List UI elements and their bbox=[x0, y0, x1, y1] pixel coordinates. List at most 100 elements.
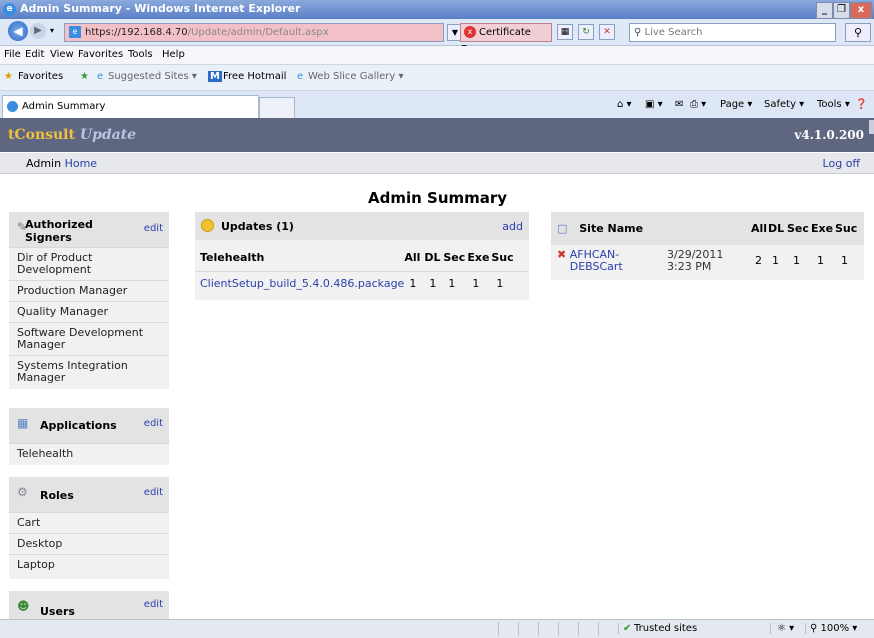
window-title: Admin Summary - Windows Internet Explore… bbox=[20, 2, 301, 15]
status-bar: ✔ Trusted sites ⚛ ▾ ⚲ 100% ▾ bbox=[0, 619, 874, 638]
search-icon: ⚲ bbox=[634, 27, 642, 38]
home-icon[interactable]: ⌂ ▾ bbox=[617, 99, 632, 110]
table-cell: 1 bbox=[409, 276, 417, 290]
site-link[interactable]: AFHCAN-DEBSCart bbox=[570, 248, 640, 273]
roles-title: Roles bbox=[40, 489, 74, 502]
scrollbar[interactable] bbox=[869, 120, 874, 134]
column-header: Site Name bbox=[579, 222, 644, 235]
menu-bar: File Edit View Favorites Tools Help bbox=[0, 46, 874, 65]
favorites-bar: ★ Favorites ★ e Suggested Sites ▾ M Free… bbox=[0, 65, 874, 91]
column-header: Exe bbox=[811, 222, 834, 235]
minimize-button[interactable]: _ bbox=[816, 2, 833, 19]
table-header-row: Telehealth All DL Sec Exe Suc bbox=[195, 245, 529, 271]
sites-panel: □ Site Name All DL Sec Exe Suc ✖ AFHCAN-… bbox=[551, 212, 864, 280]
applications-panel: ▦ Applications edit Telehealth bbox=[9, 408, 169, 465]
column-header: Sec bbox=[787, 222, 809, 235]
protected-mode-icon[interactable]: ⚛ ▾ bbox=[770, 623, 794, 634]
feeds-icon[interactable]: ▣ ▾ bbox=[645, 99, 663, 110]
list-item: Desktop bbox=[9, 533, 169, 554]
updates-panel: Updates (1) add Telehealth All DL Sec Ex… bbox=[195, 212, 529, 300]
list-item: Cart bbox=[9, 512, 169, 533]
users-icon: ☻ bbox=[17, 599, 30, 613]
new-tab-button[interactable] bbox=[259, 97, 295, 119]
authorized-signers-panel: ✎ Authorized Signers edit Dir of Product… bbox=[9, 212, 169, 389]
app-version: v4.1.0.200 bbox=[794, 128, 864, 142]
page-menu[interactable]: Page ▾ bbox=[720, 99, 752, 110]
column-header: Suc bbox=[491, 251, 514, 265]
table-row: ✖ AFHCAN-DEBSCart 3/29/2011 3:23 PM 2 1 1… bbox=[551, 245, 864, 276]
add-update-link[interactable]: add bbox=[502, 220, 523, 233]
list-item: Systems Integration Manager bbox=[9, 355, 169, 388]
menu-tools[interactable]: Tools bbox=[128, 49, 153, 60]
hotmail-icon: M bbox=[208, 71, 222, 82]
menu-file[interactable]: File bbox=[4, 49, 21, 60]
safety-menu[interactable]: Safety ▾ bbox=[764, 99, 804, 110]
forward-button[interactable]: ▶ bbox=[30, 23, 46, 39]
back-button[interactable]: ◀ bbox=[8, 21, 28, 41]
zoom-level[interactable]: ⚲ 100% ▾ bbox=[805, 623, 857, 634]
search-input[interactable]: ⚲ Live Search bbox=[629, 23, 836, 42]
menu-help[interactable]: Help bbox=[162, 49, 185, 60]
suggested-sites-link[interactable]: Suggested Sites ▾ bbox=[108, 71, 197, 82]
applications-icon: ▦ bbox=[17, 416, 29, 430]
tab-bar: Admin Summary ⌂ ▾ ▣ ▾ ✉ ⎙ ▾ Page ▾ Safet… bbox=[0, 91, 874, 119]
tab-page-icon bbox=[7, 100, 18, 112]
breadcrumb-admin: Admin bbox=[26, 157, 62, 170]
tab-admin-summary[interactable]: Admin Summary bbox=[2, 95, 259, 118]
roles-icon: ⚙ bbox=[17, 485, 28, 499]
address-toolbar: ◀ ▶ ▾ e https://192.168.4.70/Update/admin… bbox=[0, 19, 874, 55]
menu-edit[interactable]: Edit bbox=[25, 49, 44, 60]
sites-table: □ Site Name All DL Sec Exe Suc ✖ AFHCAN-… bbox=[551, 212, 864, 276]
close-window-button[interactable]: x bbox=[850, 2, 872, 19]
address-field[interactable]: e https://192.168.4.70/Update/admin/Defau… bbox=[64, 23, 463, 42]
favorites-button[interactable]: Favorites bbox=[18, 71, 63, 82]
column-header: Telehealth bbox=[200, 251, 265, 265]
table-cell: 1 bbox=[841, 254, 848, 267]
print-icon[interactable]: ⎙ ▾ bbox=[690, 99, 706, 110]
edit-signers-link[interactable]: edit bbox=[144, 223, 163, 234]
users-title: Users bbox=[40, 605, 75, 618]
security-zone: Trusted sites bbox=[634, 623, 698, 634]
window-titlebar: e Admin Summary - Windows Internet Explo… bbox=[0, 0, 874, 19]
help-icon[interactable]: ❓ bbox=[855, 99, 867, 110]
search-button[interactable]: ⚲ bbox=[845, 23, 871, 42]
page-title: Admin Summary bbox=[368, 189, 508, 207]
list-item: Software Development Manager bbox=[9, 322, 169, 355]
site-timestamp: 3/29/2011 3:23 PM bbox=[667, 247, 724, 273]
restore-button[interactable]: ❐ bbox=[833, 2, 850, 19]
home-link[interactable]: Home bbox=[65, 157, 97, 170]
column-header: All bbox=[404, 251, 421, 265]
tools-menu[interactable]: Tools ▾ bbox=[817, 99, 850, 110]
menu-favorites[interactable]: Favorites bbox=[78, 49, 123, 60]
web-slice-gallery-link[interactable]: Web Slice Gallery ▾ bbox=[308, 71, 404, 82]
certificate-error-button[interactable]: xCertificate Error bbox=[460, 23, 552, 55]
table-cell: 1 bbox=[448, 276, 456, 290]
nav-dropdown-icon[interactable]: ▾ bbox=[50, 26, 54, 35]
app-header: tConsult Update v4.1.0.200 bbox=[0, 118, 874, 152]
list-item: Laptop bbox=[9, 554, 169, 575]
table-cell: 1 bbox=[429, 276, 437, 290]
column-header: DL bbox=[768, 222, 785, 235]
refresh-icon[interactable]: ↻ bbox=[578, 24, 594, 40]
trusted-check-icon: ✔ bbox=[618, 623, 631, 634]
ie-logo-icon: e bbox=[3, 3, 16, 16]
stop-icon[interactable]: ✕ bbox=[599, 24, 615, 40]
free-hotmail-link[interactable]: Free Hotmail bbox=[223, 71, 286, 82]
compatibility-icon[interactable]: ▦ bbox=[557, 24, 573, 40]
add-favorite-icon[interactable]: ★ bbox=[80, 71, 89, 82]
column-header: Suc bbox=[835, 222, 858, 235]
table-cell: 1 bbox=[817, 254, 824, 267]
page-icon: e bbox=[69, 26, 81, 38]
package-link[interactable]: ClientSetup_build_5.4.0.486.package bbox=[200, 277, 404, 290]
edit-roles-link[interactable]: edit bbox=[144, 487, 163, 498]
table-row: ClientSetup_build_5.4.0.486.package 1 1 … bbox=[195, 271, 529, 295]
table-cell: 1 bbox=[772, 254, 779, 267]
menu-view[interactable]: View bbox=[50, 49, 74, 60]
shield-error-icon: x bbox=[464, 26, 476, 38]
mail-icon[interactable]: ✉ bbox=[675, 99, 683, 110]
logoff-link[interactable]: Log off bbox=[823, 157, 860, 170]
favorites-star-icon: ★ bbox=[4, 71, 13, 82]
edit-applications-link[interactable]: edit bbox=[144, 418, 163, 429]
list-item: Dir of Product Development bbox=[9, 247, 169, 280]
edit-users-link[interactable]: edit bbox=[144, 599, 163, 610]
